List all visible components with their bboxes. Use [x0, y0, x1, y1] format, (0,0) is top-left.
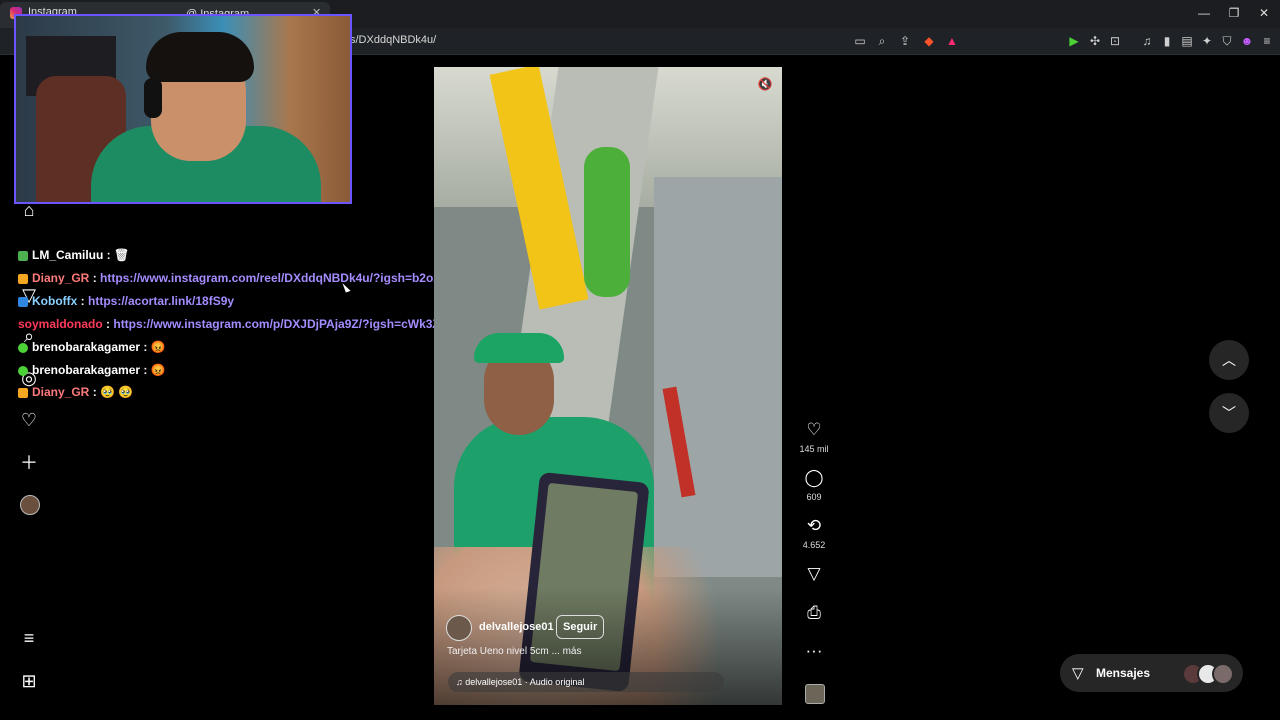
- menu-icon[interactable]: ≡: [1259, 33, 1275, 49]
- wallet-icon[interactable]: ▤: [1179, 33, 1195, 49]
- sidebar-icon[interactable]: ▮: [1159, 33, 1175, 49]
- avatar[interactable]: [20, 495, 40, 515]
- music-icon[interactable]: ♫: [1139, 33, 1155, 49]
- reel-audio[interactable]: ♫ delvallejose01 · Audio original: [448, 672, 724, 692]
- chat-emote: 😡: [150, 340, 166, 354]
- comment-count: 609: [806, 492, 822, 502]
- minimize-icon[interactable]: —: [1194, 6, 1214, 20]
- repost-icon[interactable]: ⟲: [804, 516, 824, 536]
- url-text[interactable]: s/DXddqNBDk4u/: [350, 34, 436, 46]
- like-count: 145 mil: [799, 444, 829, 454]
- send-icon: ▽: [1072, 665, 1084, 682]
- close-window-icon[interactable]: ✕: [1254, 6, 1274, 20]
- chat-username: soymaldonado: [18, 317, 103, 331]
- screen-icon[interactable]: ▭: [852, 33, 868, 49]
- next-reel-button[interactable]: ﹀: [1209, 393, 1249, 433]
- chat-emote: 😡: [150, 363, 166, 377]
- video-fuel-pump: [654, 177, 782, 577]
- chat-message: Diany_GR : 🥹 🥹: [18, 385, 133, 399]
- reel-author-name[interactable]: delvallejose01: [479, 621, 554, 633]
- menu-icon[interactable]: ≡: [18, 627, 40, 649]
- message-avatar: [1212, 663, 1234, 685]
- messages-label: Mensajes: [1096, 666, 1151, 680]
- chat-username: brenobarakagamer: [32, 340, 141, 354]
- headset-icon: [144, 78, 162, 118]
- chat-username: brenobarakagamer: [32, 363, 141, 377]
- ai-icon[interactable]: ✦: [1199, 33, 1215, 49]
- chat-message: LM_Camiluu : 🗑: [18, 248, 129, 262]
- brave-shield-icon[interactable]: ◆: [921, 33, 937, 49]
- restore-icon[interactable]: ❐: [1224, 6, 1244, 20]
- audio-thumbnail[interactable]: [805, 684, 825, 704]
- zoom-icon[interactable]: ⌕: [874, 33, 890, 49]
- webcam-overlay: [14, 14, 352, 204]
- previous-reel-button[interactable]: ︿: [1209, 340, 1249, 380]
- download-icon[interactable]: ⊡: [1107, 33, 1123, 49]
- video-attendant-cap: [474, 333, 564, 363]
- chat-emote: 🗑: [114, 248, 130, 262]
- share-icon[interactable]: ⇪: [897, 33, 913, 49]
- chat-link[interactable]: https://acortar.link/18fS9y: [88, 294, 234, 308]
- plus-icon[interactable]: ＋: [18, 452, 40, 474]
- chat-badge-icon: [18, 387, 28, 398]
- heart-icon[interactable]: ♡: [18, 409, 40, 431]
- webcam-person-hair: [146, 32, 254, 82]
- save-icon[interactable]: ⎙: [804, 603, 824, 623]
- play-icon[interactable]: ▶: [1066, 33, 1082, 49]
- vpn-icon[interactable]: ⛉: [1219, 33, 1235, 49]
- rewards-icon[interactable]: ▲: [944, 33, 960, 49]
- chat-badge-icon: [18, 296, 28, 307]
- more-options-icon[interactable]: ···: [804, 641, 824, 661]
- chat-badge-icon: [18, 273, 28, 284]
- chat-username: Diany_GR: [32, 385, 90, 399]
- video-green-sign: [584, 147, 630, 297]
- repost-count: 4.652: [802, 540, 826, 550]
- follow-button[interactable]: Seguir: [556, 615, 605, 639]
- chat-username: LM_Camiluu: [32, 248, 104, 262]
- mute-icon[interactable]: 🔇: [757, 77, 773, 93]
- chat-message: Koboffx : https://acortar.link/18fS9y: [18, 294, 234, 308]
- apps-icon[interactable]: ⊞: [18, 670, 40, 692]
- reel-video[interactable]: [434, 67, 782, 705]
- reel-caption[interactable]: Tarjeta Ueno nivel 5cm ... más: [447, 646, 582, 657]
- reel-author-avatar[interactable]: [446, 615, 472, 641]
- chat-username: Diany_GR: [32, 271, 90, 285]
- chat-badge-icon: [18, 365, 28, 376]
- chat-message: brenobarakagamer : 😡: [18, 363, 166, 377]
- profile-icon[interactable]: ☻: [1239, 33, 1255, 49]
- share-icon[interactable]: ▽: [804, 564, 824, 584]
- chat-username: Koboffx: [32, 294, 78, 308]
- extensions-icon[interactable]: ✣: [1087, 33, 1103, 49]
- like-icon[interactable]: ♡: [804, 420, 824, 440]
- chat-message: brenobarakagamer : 😡: [18, 340, 166, 354]
- comment-icon[interactable]: ◯: [804, 468, 824, 488]
- chat-badge-icon: [18, 250, 28, 261]
- chat-badge-icon: [18, 342, 28, 353]
- chat-emote: 🥹 🥹: [100, 385, 134, 399]
